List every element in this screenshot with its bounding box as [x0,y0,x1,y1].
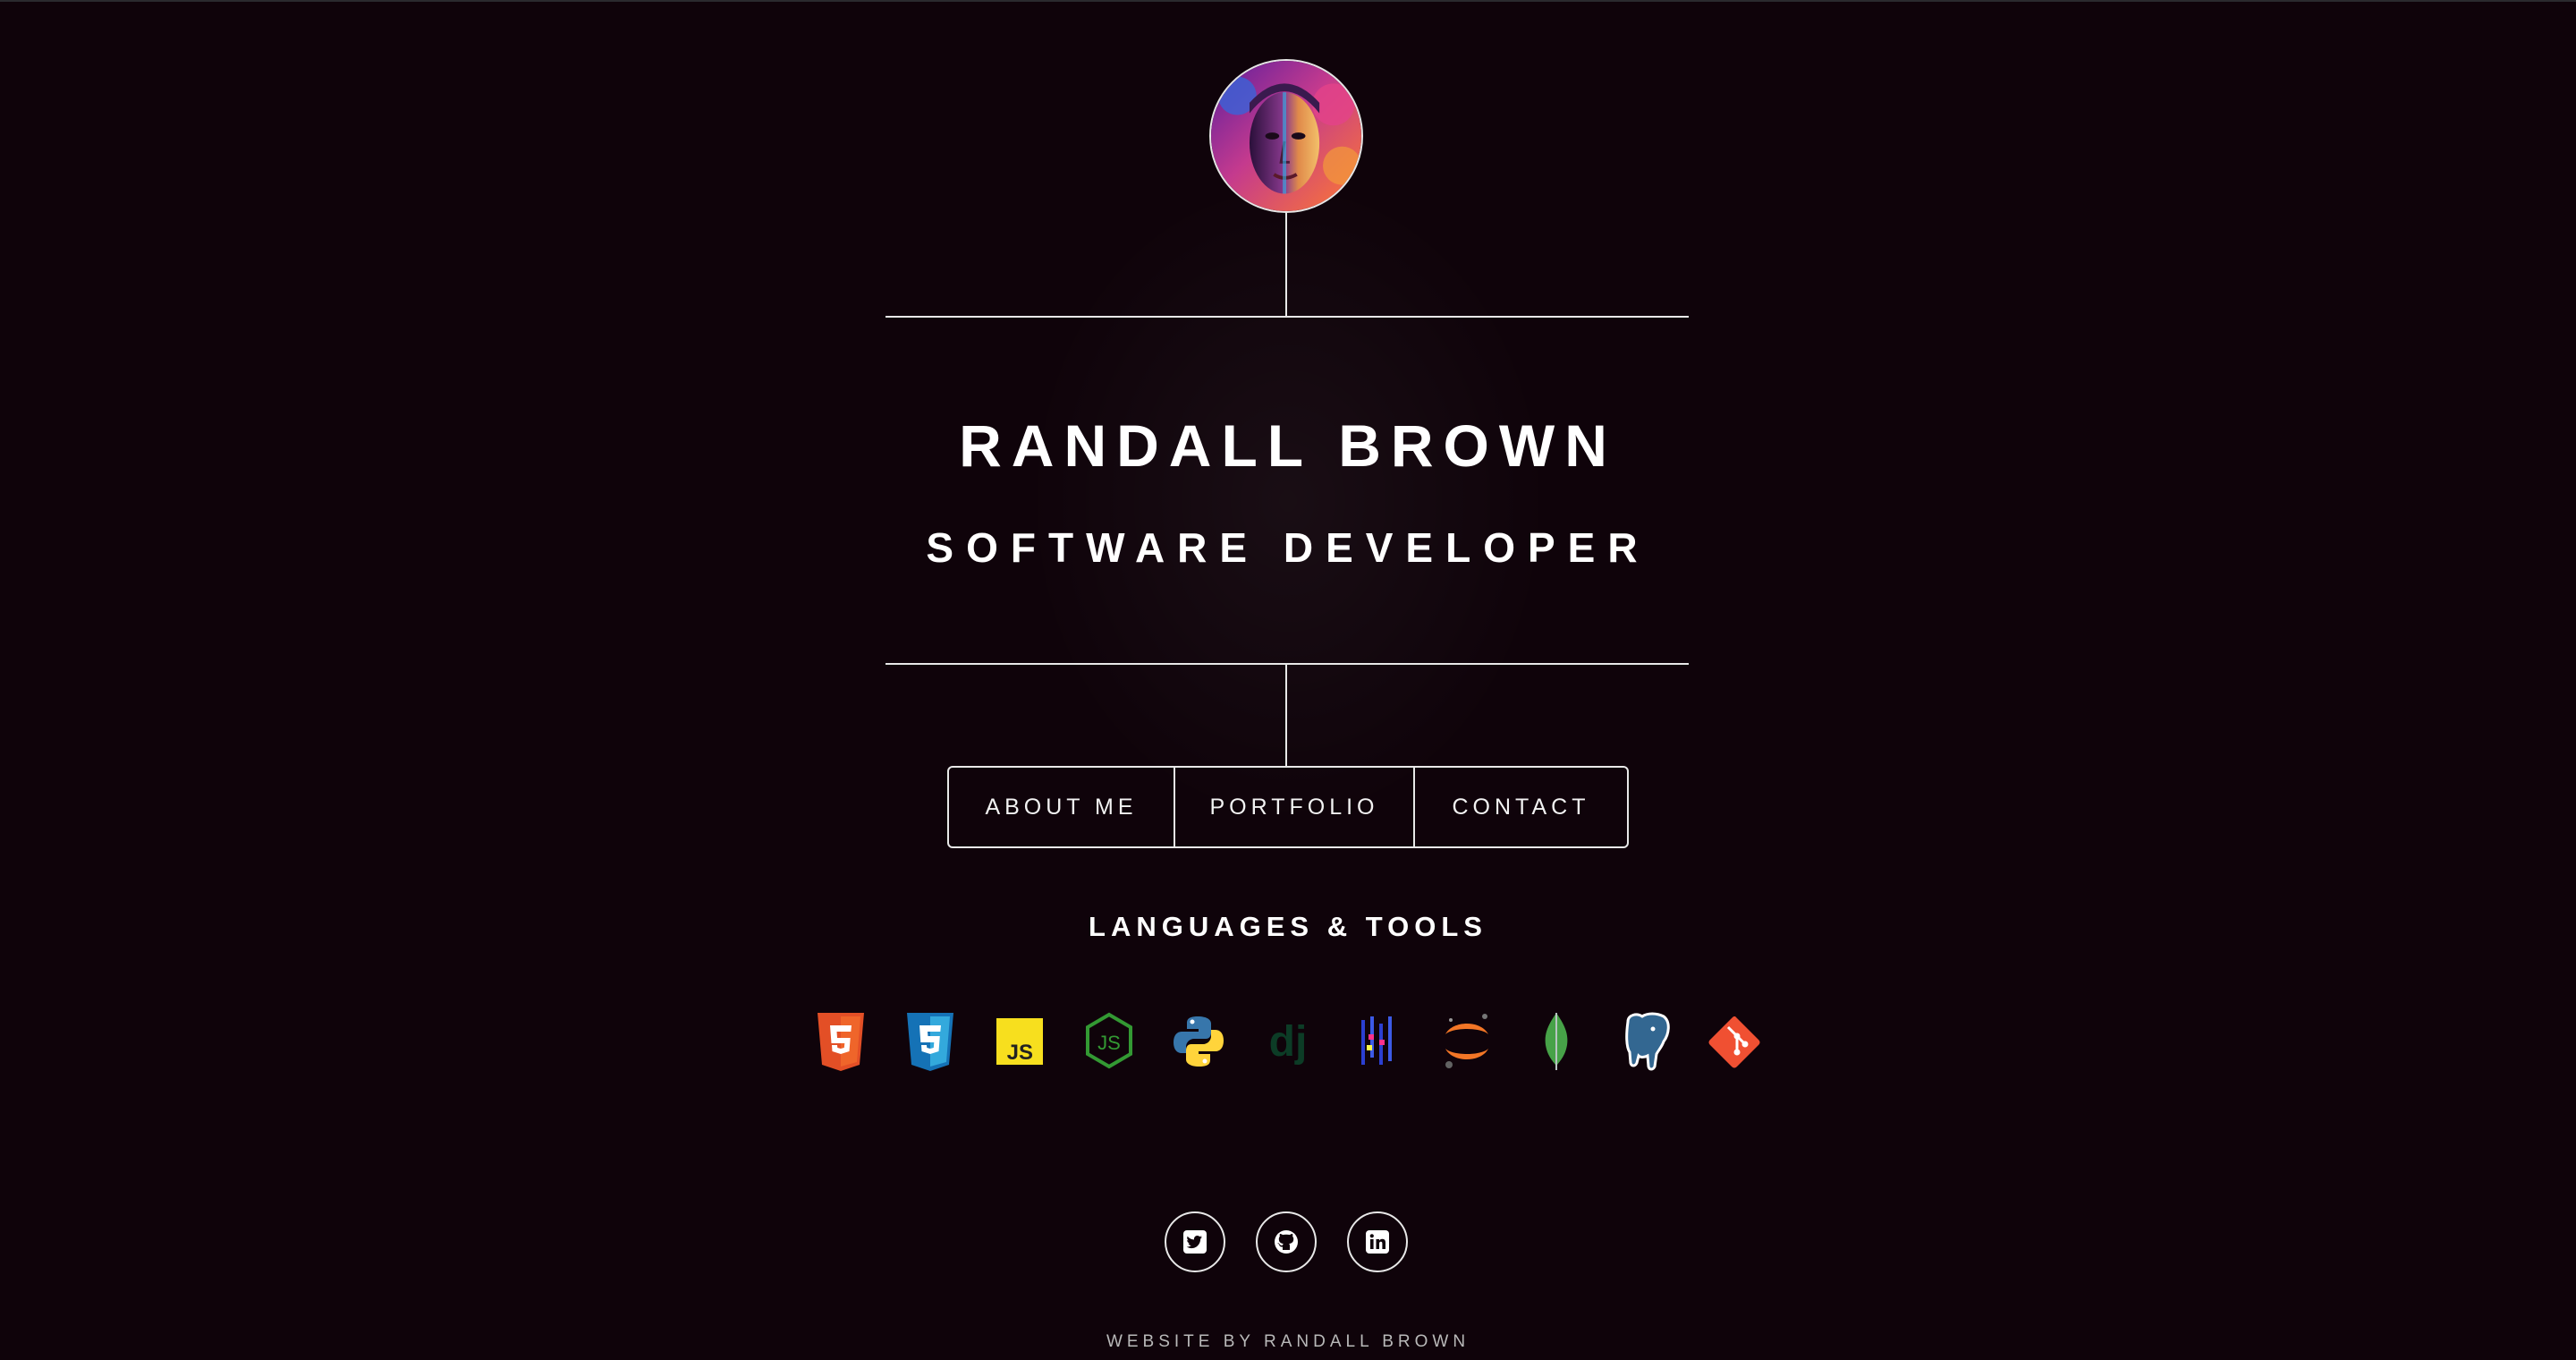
github-icon [1275,1230,1298,1254]
avatar [1209,59,1363,213]
divider-top [886,316,1689,318]
connector-line-bottom [1285,664,1287,766]
github-link[interactable] [1256,1211,1317,1272]
languages-tools-heading: LANGUAGES & TOOLS [1089,911,1487,942]
svg-text:JS: JS [1097,1032,1121,1054]
main-nav: ABOUT ME PORTFOLIO CONTACT [947,766,1629,848]
twitter-icon [1183,1230,1207,1254]
nodejs-icon: JS [1080,1007,1138,1075]
portfolio-button[interactable]: PORTFOLIO [1174,768,1413,846]
svg-text:dj: dj [1269,1018,1308,1066]
postgresql-icon [1617,1007,1674,1075]
top-border [0,0,2576,2]
git-icon [1707,1007,1764,1075]
tools-icon-row: JS JS dj [805,1007,1771,1075]
twitter-link[interactable] [1165,1211,1225,1272]
connector-line-top [1285,213,1287,317]
linkedin-link[interactable] [1347,1211,1408,1272]
portrait-avatar-icon [1211,61,1361,211]
django-icon: dj [1259,1007,1317,1075]
about-me-button[interactable]: ABOUT ME [949,768,1174,846]
mongodb-icon [1528,1007,1585,1075]
jupyter-icon [1438,1007,1496,1075]
svg-text:JS: JS [1007,1041,1033,1065]
python-icon [1170,1007,1227,1075]
javascript-icon: JS [991,1007,1048,1075]
css3-icon [902,1007,959,1075]
pycharm-icon [1349,1007,1406,1075]
contact-button[interactable]: CONTACT [1413,768,1627,846]
linkedin-icon [1366,1230,1389,1254]
page-title: RANDALL BROWN [959,412,1617,479]
page-subtitle: SOFTWARE DEVELOPER [926,524,1650,571]
footer-credit: WEBSITE BY RANDALL BROWN [1106,1332,1470,1351]
html5-icon [812,1007,869,1075]
divider-bottom [886,663,1689,665]
